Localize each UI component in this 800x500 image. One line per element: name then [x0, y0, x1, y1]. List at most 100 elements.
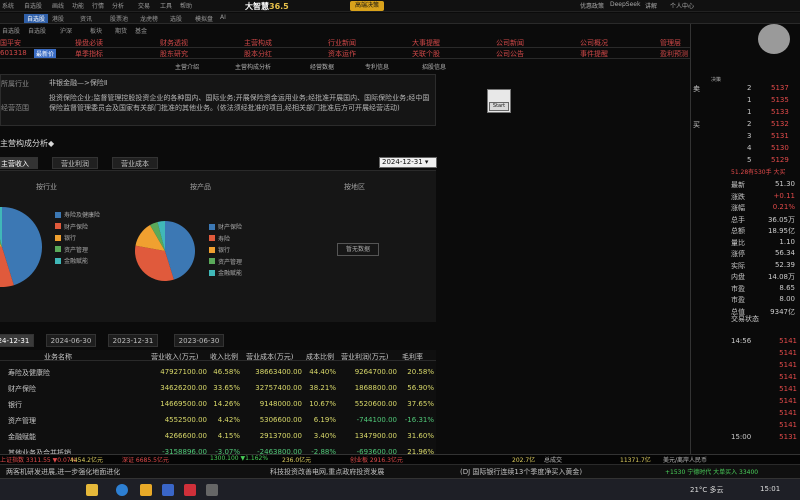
- ticker-item-6: 创业板 2916.3亿元: [350, 457, 403, 464]
- stat-value: 36.05万: [767, 215, 795, 224]
- table-cell: 1347900.00: [354, 432, 397, 440]
- toolbar-item-2[interactable]: 自选股: [28, 26, 46, 35]
- start-button[interactable]: Start: [489, 102, 509, 111]
- top-link-deepseek[interactable]: DeepSeek: [610, 1, 640, 8]
- tab-profit[interactable]: 营业利润: [52, 157, 98, 169]
- legend-product: 财产保险 寿险 银行 资产管理 金融赋能: [209, 221, 242, 279]
- buy-price-5: 5129: [771, 156, 789, 164]
- news-item-3[interactable]: (DJ 国际银行连续13个季度净买入黄金): [460, 467, 582, 477]
- period-tab-4[interactable]: 2023-06-30: [174, 334, 224, 347]
- nav-link-related-stocks[interactable]: 关联个股: [412, 49, 440, 59]
- stat-label: 涨停: [731, 250, 745, 258]
- toolbar-item-3[interactable]: 沪深: [60, 26, 72, 35]
- nav-link-announcements[interactable]: 公司公告: [496, 49, 524, 59]
- nav-link-events[interactable]: 大事提醒: [412, 38, 440, 48]
- file-explorer-icon[interactable]: [140, 484, 152, 496]
- nav-link-industry-news[interactable]: 行业新闻: [328, 38, 356, 48]
- toolbar-item-12[interactable]: 模拟盘: [195, 14, 213, 23]
- toolbar-item-13[interactable]: AI: [220, 14, 226, 21]
- table-row-name[interactable]: 财产保险: [8, 384, 36, 394]
- buy-price-4: 5130: [771, 144, 789, 152]
- menu-draw[interactable]: 画线: [52, 1, 64, 10]
- period-tab-3[interactable]: 2023-12-31: [108, 334, 158, 347]
- top-link-offers[interactable]: 优惠政策: [580, 1, 604, 10]
- app-version: 36.5: [269, 2, 289, 11]
- nav-link-company-news[interactable]: 公司新闻: [496, 38, 524, 48]
- store-icon[interactable]: [162, 484, 174, 496]
- legend-swatch: [209, 246, 215, 253]
- nav-link-management[interactable]: 管理层: [660, 38, 681, 48]
- stock-name: 国平安: [0, 39, 21, 47]
- menu-system[interactable]: 系统: [2, 1, 14, 10]
- premium-decision-button[interactable]: 高端决策: [350, 1, 385, 11]
- top-link-lecture[interactable]: 讲解: [645, 1, 657, 10]
- period-tab-1[interactable]: 2024-12-31: [0, 334, 34, 347]
- tab-revenue[interactable]: 主营收入: [0, 157, 38, 169]
- menu-function[interactable]: 功能: [72, 1, 84, 10]
- chart-title-region: 按地区: [344, 183, 365, 191]
- company-info-box: 所属行业 非银金融—>保险Ⅱ 经营范围 投资保险企业;监督管理控股投资企业的各种…: [0, 74, 436, 126]
- widgets-icon[interactable]: [86, 484, 98, 496]
- edge-browser-icon[interactable]: [116, 484, 128, 496]
- menu-watchlist[interactable]: 自选股: [24, 1, 42, 10]
- nav-link-financial[interactable]: 财务透视: [160, 38, 188, 48]
- subtab-operations[interactable]: 经营数据: [310, 62, 334, 71]
- stat-label: 量比: [731, 238, 745, 247]
- nav-link-dividends[interactable]: 股本分红: [244, 49, 272, 59]
- tab-cost[interactable]: 营业成本: [112, 157, 158, 169]
- toolbar-item-10[interactable]: 龙虎榜: [140, 14, 158, 23]
- start-popup: Start: [487, 89, 511, 113]
- table-row-name[interactable]: 银行: [8, 400, 22, 410]
- industry-label: 所属行业: [1, 80, 29, 88]
- stat-label: 总手: [731, 215, 745, 224]
- nav-link-company-profile[interactable]: 公司概况: [580, 38, 608, 48]
- table-row-name[interactable]: 金融赋能: [8, 432, 36, 442]
- toolbar-item-8[interactable]: 资讯: [80, 14, 92, 23]
- top-link-account[interactable]: 个人中心: [670, 1, 694, 10]
- col-header-profit: 营业利润(万元): [341, 353, 389, 361]
- latest-price-badge[interactable]: 最新价: [34, 49, 57, 58]
- period-tab-2[interactable]: 2024-06-30: [46, 334, 96, 347]
- menu-tools[interactable]: 工具: [160, 1, 172, 10]
- toolbar-item-5[interactable]: 期货: [115, 26, 127, 35]
- subtab-ipo[interactable]: 招股信息: [422, 62, 446, 71]
- toolbar-item-1[interactable]: 自选股: [2, 26, 20, 35]
- table-row-name[interactable]: 寿险及健康险: [8, 368, 50, 378]
- nav-link-profit-forecast[interactable]: 盈利预测: [660, 49, 688, 59]
- period-select[interactable]: 2024-12-31 ▾: [379, 157, 437, 168]
- table-cell: 44.40%: [309, 368, 336, 376]
- nav-link-quarterly[interactable]: 单季指标: [75, 49, 103, 59]
- stat-label: 涨跌: [731, 192, 745, 201]
- sell-side-label: 卖: [693, 85, 700, 93]
- menu-help[interactable]: 帮助: [180, 1, 192, 10]
- toolbar-watchlist-tab[interactable]: 自选股: [24, 14, 49, 23]
- nav-link-business[interactable]: 主营构成: [244, 38, 272, 48]
- toolbar-item-6[interactable]: 基金: [135, 26, 147, 35]
- no-data-button[interactable]: 暂无数据: [337, 243, 379, 256]
- subtab-intro[interactable]: 主营介绍: [175, 62, 199, 71]
- table-row-name[interactable]: 资产管理: [8, 416, 36, 426]
- nav-link-must-read[interactable]: 操盘必读: [75, 38, 103, 48]
- nav-link-capital[interactable]: 资本运作: [328, 49, 356, 59]
- nav-link-event-alerts[interactable]: 事件提醒: [580, 49, 608, 59]
- menu-quotes[interactable]: 行情: [92, 1, 104, 10]
- toolbar-item-4[interactable]: 板块: [90, 26, 102, 35]
- app2-icon[interactable]: [206, 484, 218, 496]
- subtab-composition[interactable]: 主营构成分析: [235, 62, 271, 71]
- toolbar-item-7[interactable]: 港股: [52, 14, 64, 23]
- nav-link-shareholders[interactable]: 股东研究: [160, 49, 188, 59]
- toolbar-item-11[interactable]: 选股: [170, 14, 182, 23]
- table-cell: 6.19%: [313, 416, 336, 424]
- avatar[interactable]: [758, 24, 790, 54]
- app-icon[interactable]: [184, 484, 196, 496]
- menu-analysis[interactable]: 分析: [112, 1, 124, 10]
- period-tabs: 2024-12-31 2024-06-30 2023-12-31 2023-06…: [0, 334, 240, 348]
- toolbar-item-9[interactable]: 股票池: [110, 14, 128, 23]
- subtab-patents[interactable]: 专利信息: [365, 62, 389, 71]
- news-item-4[interactable]: +1530 宁德时代 大单买入 33400: [665, 467, 758, 476]
- trade-price: 5141: [779, 337, 797, 345]
- news-item-1[interactable]: 两客机研发进展,进一步强化地面进化: [6, 467, 120, 477]
- business-table: 业务名称 营业收入(万元) 收入比例 营业成本(万元) 成本比例 营业利润(万元…: [0, 350, 436, 457]
- menu-trade[interactable]: 交易: [138, 1, 150, 10]
- news-item-2[interactable]: 科技投资改善电网,重点政府投资发展: [270, 467, 384, 477]
